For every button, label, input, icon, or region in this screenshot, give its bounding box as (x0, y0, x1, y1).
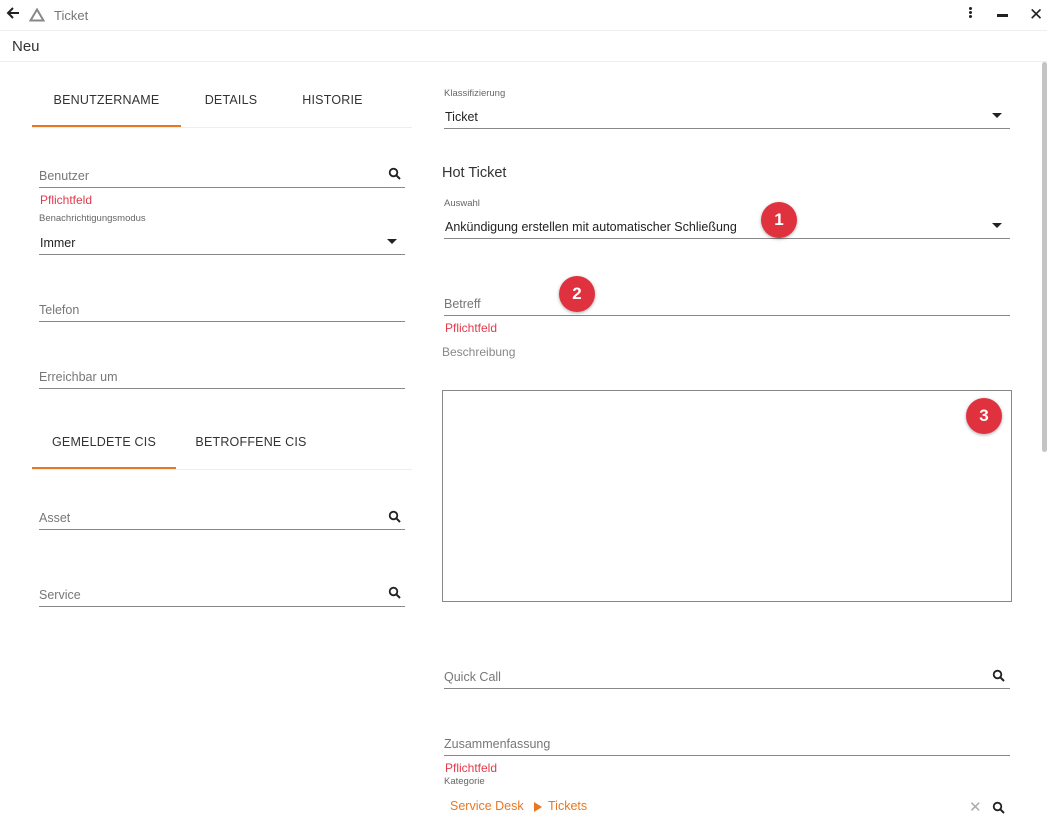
betreff-field[interactable]: Betreff (444, 289, 1010, 316)
telefon-field[interactable]: Telefon (39, 296, 405, 322)
benutzer-label: Benutzer (39, 169, 90, 183)
auswahl-value: Ankündigung erstellen mit automatischer … (445, 220, 737, 234)
kategorie-crumb-service-desk[interactable]: Service Desk (450, 799, 524, 813)
notify-mode-label: Benachrichtigungsmodus (39, 213, 146, 224)
benutzer-field[interactable]: Benutzer (39, 163, 405, 188)
active-tab-indicator (32, 125, 181, 127)
klassifizierung-select[interactable]: Ticket (444, 103, 1010, 129)
vertical-scrollbar[interactable] (1042, 62, 1047, 452)
quick-call-search-icon[interactable] (992, 669, 1006, 683)
notify-mode-value: Immer (40, 236, 76, 250)
tab-benutzername[interactable]: BENUTZERNAME (32, 93, 181, 107)
asset-search-icon[interactable] (388, 510, 402, 524)
tab-divider (32, 127, 412, 128)
asset-label: Asset (39, 511, 71, 525)
betreff-label: Betreff (444, 297, 481, 311)
beschreibung-textarea[interactable] (442, 390, 1012, 602)
auswahl-dropdown-icon[interactable] (992, 223, 1002, 228)
window-titlebar: Ticket ✕ (0, 0, 1047, 31)
auswahl-select[interactable]: Ankündigung erstellen mit automatischer … (444, 212, 1010, 239)
ci-tab-divider (32, 469, 412, 470)
service-label: Service (39, 588, 81, 602)
klassifizierung-label: Klassifizierung (444, 88, 506, 99)
zusammenfassung-label: Zusammenfassung (444, 737, 551, 751)
annotation-badge-3: 3 (966, 398, 1002, 434)
ci-active-tab-indicator (32, 467, 176, 469)
benutzer-required-hint: Pflichtfeld (40, 193, 93, 207)
tab-gemeldete-cis[interactable]: GEMELDETE CIS (32, 435, 176, 449)
window-title: Ticket (54, 8, 89, 23)
betreff-required-hint: Pflichtfeld (445, 321, 498, 335)
auswahl-label: Auswahl (444, 198, 480, 209)
kategorie-label: Kategorie (444, 776, 485, 787)
notify-mode-dropdown-icon[interactable] (387, 239, 397, 244)
benutzer-search-icon[interactable] (388, 167, 402, 181)
record-title: Neu (12, 38, 40, 55)
more-options-icon[interactable] (964, 6, 976, 24)
annotation-badge-1: 1 (761, 202, 797, 238)
asset-field[interactable]: Asset (39, 505, 405, 530)
service-search-icon[interactable] (388, 586, 402, 600)
tab-betroffene-cis[interactable]: BETROFFENE CIS (186, 435, 316, 449)
kategorie-search-icon[interactable] (992, 801, 1006, 815)
klassifizierung-dropdown-icon[interactable] (992, 113, 1002, 118)
quick-call-field[interactable]: Quick Call (444, 663, 1010, 689)
quick-call-label: Quick Call (444, 670, 501, 684)
hot-ticket-heading: Hot Ticket (442, 165, 507, 181)
clear-icon[interactable]: ✕ (969, 800, 982, 815)
notify-mode-select[interactable]: Immer (39, 228, 405, 255)
back-arrow-icon[interactable] (6, 6, 22, 24)
telefon-label: Telefon (39, 303, 80, 317)
app-logo-icon (28, 7, 46, 22)
zusammenfassung-field[interactable]: Zusammenfassung (444, 729, 1010, 756)
annotation-badge-2: 2 (559, 276, 595, 312)
tab-details[interactable]: DETAILS (185, 93, 277, 107)
breadcrumb-arrow-icon (534, 802, 542, 812)
beschreibung-label: Beschreibung (442, 345, 516, 359)
zusammenfassung-required-hint: Pflichtfeld (445, 761, 498, 775)
record-header: Neu (0, 31, 1047, 62)
erreichbar-label: Erreichbar um (39, 370, 118, 384)
klassifizierung-value: Ticket (445, 110, 478, 124)
close-icon[interactable]: ✕ (1029, 5, 1043, 25)
kategorie-crumb-tickets[interactable]: Tickets (548, 799, 587, 813)
erreichbar-field[interactable]: Erreichbar um (39, 363, 405, 389)
service-field[interactable]: Service (39, 582, 405, 607)
tab-historie[interactable]: HISTORIE (285, 93, 380, 107)
minimize-icon[interactable] (997, 14, 1008, 17)
